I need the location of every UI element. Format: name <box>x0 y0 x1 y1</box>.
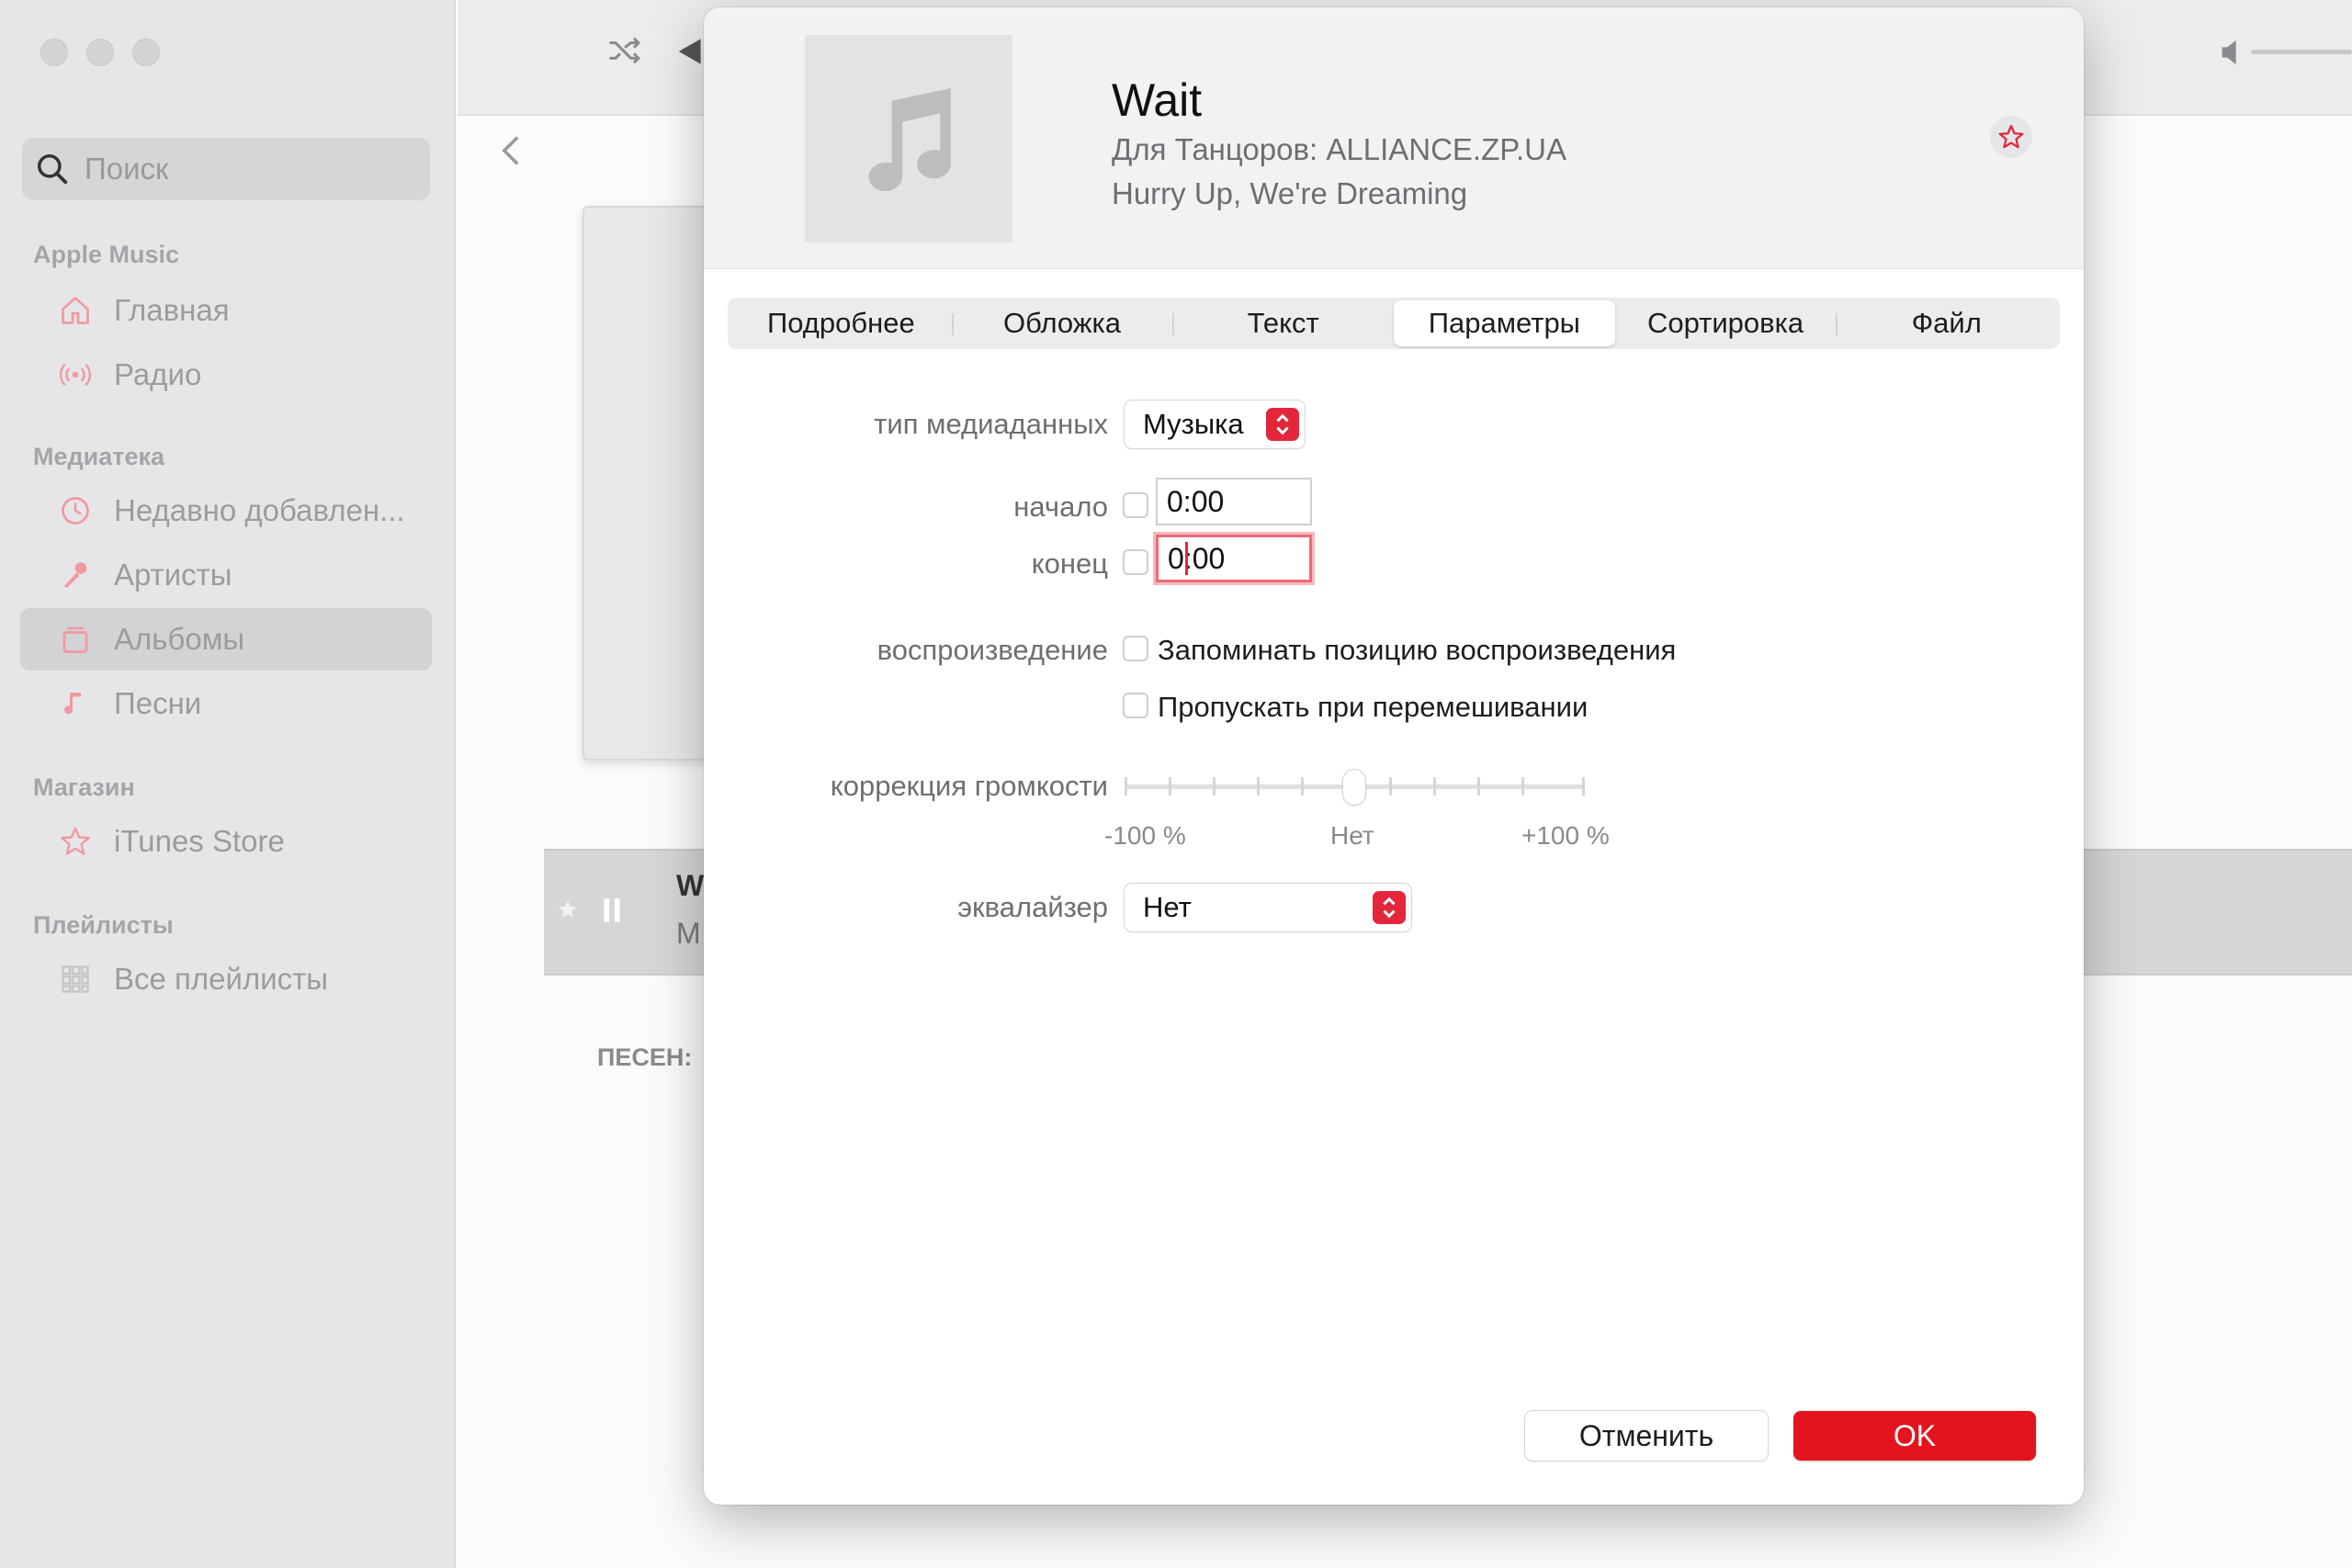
slider-tick <box>1433 777 1436 795</box>
sidebar-item-artists[interactable]: Артисты <box>20 544 432 606</box>
sidebar-item-label: Главная <box>114 293 230 327</box>
tab-sorting[interactable]: Сортировка <box>1615 300 1837 346</box>
equalizer-label: эквалайзер <box>957 891 1108 923</box>
tab-file[interactable]: Файл <box>1836 300 2057 346</box>
pause-icon[interactable] <box>603 897 621 924</box>
start-label: начало <box>1013 491 1108 523</box>
media-type-label: тип медиаданных <box>874 408 1108 440</box>
slider-tick <box>1389 777 1392 795</box>
tab-details[interactable]: Подробнее <box>730 300 952 346</box>
sidebar: Apple Music Главная Радио Медиатека Неда… <box>0 0 456 1568</box>
radio-icon <box>57 356 94 393</box>
window-zoom-button[interactable] <box>132 39 160 66</box>
select-stepper-icon <box>1266 408 1299 441</box>
microphone-icon <box>57 557 94 593</box>
song-info-dialog: Wait Для Танцоров: ALLIANCE.ZP.UA Hurry … <box>704 7 2084 1505</box>
sidebar-item-label: Артисты <box>114 558 232 592</box>
artwork-placeholder[interactable] <box>805 35 1012 243</box>
home-icon <box>57 292 94 329</box>
grid-icon <box>57 961 94 998</box>
song-artist: Для Танцоров: ALLIANCE.ZP.UA <box>1112 132 1567 166</box>
album-stack-icon <box>57 621 94 658</box>
songs-count-label: ПЕСЕН: <box>597 1043 693 1071</box>
skip-shuffle-checkbox[interactable] <box>1123 693 1148 718</box>
sidebar-item-songs[interactable]: Песни <box>20 672 432 735</box>
start-time-field[interactable] <box>1156 478 1312 525</box>
end-label: конец <box>1031 547 1108 580</box>
remember-position-checkbox[interactable] <box>1123 636 1148 661</box>
tab-lyrics[interactable]: Текст <box>1172 300 1394 346</box>
section-library: Медиатека <box>33 443 165 470</box>
favorite-star-icon[interactable] <box>557 898 579 920</box>
sidebar-item-label: Недавно добавлен... <box>114 493 405 527</box>
dialog-header: Wait Для Танцоров: ALLIANCE.ZP.UA Hurry … <box>704 7 2084 269</box>
sidebar-item-all-playlists[interactable]: Все плейлисты <box>20 948 432 1010</box>
tab-options[interactable]: Параметры <box>1394 300 1615 346</box>
star-icon <box>57 823 94 860</box>
media-type-value: Музыка <box>1143 408 1244 440</box>
track-subtitle: M <box>676 917 701 950</box>
clock-icon <box>57 492 94 529</box>
song-title: Wait <box>1112 74 1203 126</box>
select-stepper-icon <box>1373 891 1406 924</box>
sidebar-item-label: Все плейлисты <box>114 962 328 996</box>
media-type-select[interactable]: Музыка <box>1125 400 1305 448</box>
ok-button[interactable]: OK <box>1793 1411 2036 1461</box>
previous-track-icon[interactable] <box>673 35 704 68</box>
equalizer-select[interactable]: Нет <box>1125 884 1411 931</box>
sidebar-item-radio[interactable]: Радио <box>20 344 432 406</box>
search-input[interactable] <box>83 151 417 187</box>
back-chevron-icon[interactable] <box>500 134 522 167</box>
sidebar-item-label: Альбомы <box>114 622 245 656</box>
song-album: Hurry Up, We're Dreaming <box>1112 176 1468 210</box>
sidebar-item-label: Песни <box>114 686 202 720</box>
sidebar-item-label: iTunes Store <box>114 824 285 858</box>
tab-bar: Подробнее Обложка Текст Параметры Сортир… <box>728 298 2060 349</box>
playback-label: воспроизведение <box>876 634 1108 666</box>
shuffle-icon[interactable] <box>606 35 643 66</box>
end-time-field[interactable] <box>1156 535 1312 582</box>
favorite-button[interactable] <box>1990 116 2032 158</box>
volume-mid-label: Нет <box>1330 821 1374 850</box>
volume-slider[interactable] <box>2251 50 2352 54</box>
volume-adjust-label: коррекция громкости <box>830 770 1108 802</box>
section-apple-music: Apple Music <box>33 241 180 268</box>
volume-adjust-knob[interactable] <box>1343 770 1365 805</box>
end-checkbox[interactable] <box>1123 549 1148 575</box>
sidebar-item-recent[interactable]: Недавно добавлен... <box>20 479 432 542</box>
sidebar-item-albums[interactable]: Альбомы <box>20 608 432 671</box>
window-minimize-button[interactable] <box>86 39 114 66</box>
sidebar-item-home[interactable]: Главная <box>20 279 432 342</box>
music-note-icon <box>57 685 94 722</box>
slider-tick <box>1169 777 1171 795</box>
star-icon <box>1998 125 2024 149</box>
search-box[interactable] <box>22 138 430 200</box>
slider-tick <box>1213 777 1216 795</box>
sidebar-item-itunes-store[interactable]: iTunes Store <box>20 810 432 873</box>
remember-position-label[interactable]: Запоминать позицию воспроизведения <box>1158 634 1676 667</box>
text-caret <box>1185 542 1188 575</box>
equalizer-value: Нет <box>1143 891 1192 923</box>
window-close-button[interactable] <box>40 39 68 66</box>
skip-shuffle-label[interactable]: Пропускать при перемешивании <box>1158 691 1588 724</box>
cancel-button[interactable]: Отменить <box>1525 1411 1768 1461</box>
section-store: Магазин <box>33 773 135 801</box>
volume-min-label: -100 % <box>1104 821 1186 850</box>
slider-tick <box>1257 777 1260 795</box>
music-note-icon <box>868 88 951 192</box>
sidebar-item-label: Радио <box>114 357 202 391</box>
volume-icon <box>2222 39 2236 65</box>
track-title: W <box>676 869 705 902</box>
start-checkbox[interactable] <box>1123 492 1148 518</box>
slider-tick <box>1125 777 1127 795</box>
slider-tick <box>1582 777 1585 795</box>
volume-max-label: +100 % <box>1521 821 1610 850</box>
slider-tick <box>1521 777 1524 795</box>
slider-tick <box>1301 777 1304 795</box>
slider-tick <box>1477 777 1480 795</box>
search-icon <box>38 154 68 185</box>
tab-artwork[interactable]: Обложка <box>951 300 1173 346</box>
section-playlists: Плейлисты <box>33 911 174 939</box>
